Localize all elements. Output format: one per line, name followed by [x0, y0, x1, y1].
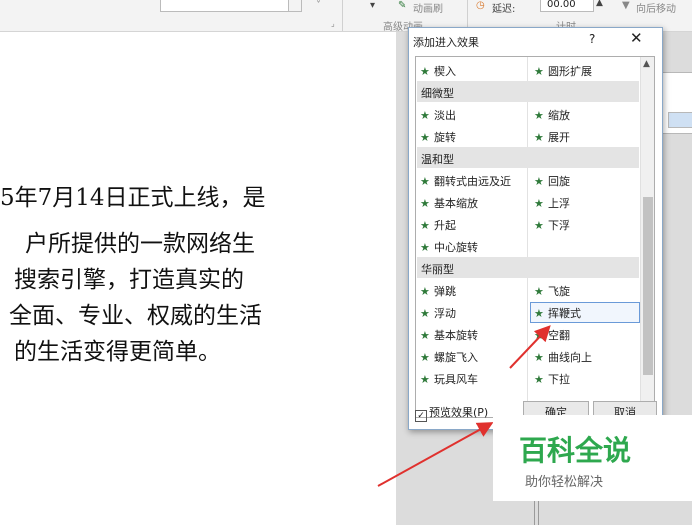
- watermark-subtitle: 助你轻松解决: [525, 475, 604, 490]
- watermark-title: 百科全说: [519, 434, 632, 467]
- arrow-to-preview-checkbox: [377, 422, 494, 487]
- watermark: 百科全说 助你轻松解决: [493, 415, 692, 501]
- arrow-to-selected-effect: [509, 325, 551, 369]
